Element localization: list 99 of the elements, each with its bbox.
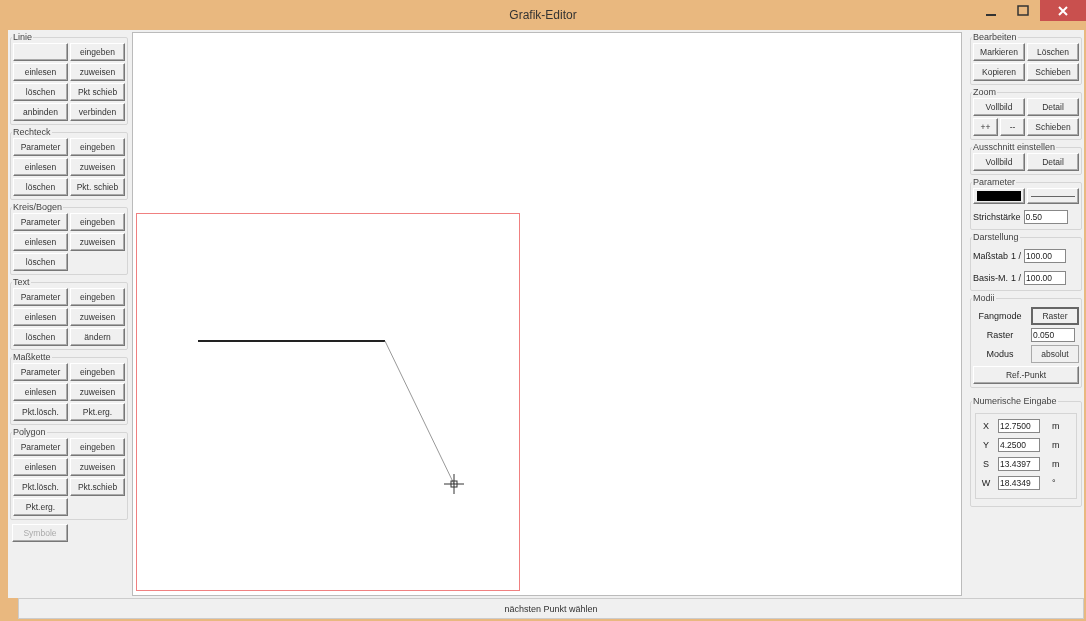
command-button[interactable]: zuweisen <box>70 63 125 81</box>
scale-prefix: 1 / <box>1011 273 1022 283</box>
command-button[interactable]: Pkt.erg. <box>70 403 125 421</box>
command-button[interactable]: Löschen <box>1027 43 1079 61</box>
input-field[interactable]: 13.4397 <box>998 457 1040 471</box>
group-title: Modii <box>972 293 996 303</box>
input-field[interactable]: 0.50 <box>1023 210 1068 224</box>
color-button[interactable] <box>973 188 1025 204</box>
mode-button[interactable]: absolut <box>1031 345 1079 363</box>
input-field[interactable]: 100.00 <box>1024 271 1067 285</box>
command-button[interactable]: Parameter <box>13 288 68 306</box>
group-title: Maßkette <box>12 352 52 362</box>
command-button[interactable]: Schieben <box>1027 63 1079 81</box>
crosshair-cursor <box>443 473 465 495</box>
command-button[interactable]: Parameter <box>13 363 68 381</box>
command-button[interactable]: löschen <box>13 83 68 101</box>
command-button[interactable]: Pkt.lösch. <box>13 478 68 496</box>
ref-point-button[interactable]: Ref.-Punkt <box>973 366 1079 384</box>
command-button[interactable]: einlesen <box>13 458 68 476</box>
command-button[interactable]: zuweisen <box>70 458 125 476</box>
minimize-icon <box>986 13 996 16</box>
command-button[interactable]: eingeben <box>70 43 125 61</box>
window-title: Grafik-Editor <box>509 8 577 22</box>
command-button[interactable]: Schieben <box>1027 118 1079 136</box>
command-button[interactable]: zuweisen <box>70 158 125 176</box>
command-button[interactable]: Vollbild <box>973 153 1025 171</box>
group-title: Bearbeiten <box>972 32 1018 42</box>
group-title: Polygon <box>12 427 47 437</box>
group-title: Parameter <box>972 177 1017 187</box>
group-title: Darstellung <box>972 232 1020 242</box>
zoom-step-button[interactable]: ++ <box>973 118 998 136</box>
command-button[interactable]: Parameter <box>13 138 68 156</box>
field-label: Fangmode <box>977 311 1023 321</box>
command-button[interactable]: löschen <box>13 328 68 346</box>
command-button[interactable]: löschen <box>13 178 68 196</box>
command-button[interactable]: ändern <box>70 328 125 346</box>
coordinate-label: S <box>982 459 990 469</box>
command-button[interactable]: Vollbild <box>973 98 1025 116</box>
command-button[interactable]: Kopieren <box>973 63 1025 81</box>
command-button[interactable]: eingeben <box>70 363 125 381</box>
group-title: Ausschnitt einstellen <box>972 142 1057 152</box>
command-button[interactable]: Detail <box>1027 153 1079 171</box>
command-button[interactable]: verbinden <box>70 103 125 121</box>
command-button[interactable]: Parameter <box>13 213 68 231</box>
command-button[interactable]: einlesen <box>13 383 68 401</box>
group-title: Numerische Eingabe <box>972 396 1058 406</box>
command-button[interactable]: einlesen <box>13 63 68 81</box>
group-title: Kreis/Bogen <box>12 202 64 212</box>
group-title: Linie <box>12 32 33 42</box>
group-title: Text <box>12 277 31 287</box>
command-button[interactable]: zuweisen <box>70 233 125 251</box>
zoom-step-button[interactable]: -- <box>1000 118 1025 136</box>
close-button[interactable] <box>1040 0 1086 21</box>
command-button[interactable]: Pkt.erg. <box>13 498 68 516</box>
input-field[interactable]: 100.00 <box>1024 249 1067 263</box>
command-button[interactable]: einlesen <box>13 233 68 251</box>
coordinate-label: X <box>982 421 990 431</box>
command-button[interactable]: anbinden <box>13 103 68 121</box>
mode-button[interactable]: Raster <box>1031 307 1079 325</box>
field-label: Basis-M. <box>973 273 1008 283</box>
command-button[interactable]: Pkt.lösch. <box>13 403 68 421</box>
command-button[interactable]: eingeben <box>70 138 125 156</box>
close-icon <box>1057 4 1069 17</box>
input-field[interactable]: 12.7500 <box>998 419 1040 433</box>
group-title: Rechteck <box>12 127 52 137</box>
input-field[interactable]: 18.4349 <box>998 476 1040 490</box>
field-label: Raster <box>985 330 1015 340</box>
status-text: nächsten Punkt wählen <box>504 603 598 614</box>
scale-prefix: 1 / <box>1011 251 1022 261</box>
command-button[interactable]: zuweisen <box>70 383 125 401</box>
input-field[interactable]: 0.050 <box>1031 328 1075 342</box>
command-button[interactable]: einlesen <box>13 158 68 176</box>
coordinate-label: W <box>980 478 992 488</box>
command-button[interactable]: Pkt.schieb <box>70 478 125 496</box>
command-button[interactable]: Parameter <box>13 438 68 456</box>
command-button[interactable]: Pkt schieb <box>70 83 125 101</box>
field-label: Maßstab <box>973 251 1008 261</box>
command-button[interactable]: einlesen <box>13 308 68 326</box>
group-title: Zoom <box>972 87 997 97</box>
unit-label: m <box>1052 421 1060 431</box>
command-button[interactable]: Pkt. schieb <box>70 178 125 196</box>
field-label: Strichstärke <box>973 212 1021 222</box>
maximize-icon <box>1017 4 1029 17</box>
input-field[interactable]: 4.2500 <box>998 438 1040 452</box>
unit-label: m <box>1052 440 1060 450</box>
unit-label: m <box>1052 459 1060 469</box>
command-button[interactable]: Detail <box>1027 98 1079 116</box>
command-button[interactable]: eingeben <box>70 213 125 231</box>
command-button[interactable]: zuweisen <box>70 308 125 326</box>
command-button[interactable]: löschen <box>13 253 68 271</box>
unit-label: ° <box>1052 478 1056 488</box>
line-style-button[interactable] <box>1027 188 1079 204</box>
coordinate-label: Y <box>982 440 990 450</box>
command-button[interactable]: eingeben <box>70 438 125 456</box>
command-button[interactable]: Markieren <box>973 43 1025 61</box>
line-style-icon <box>1031 195 1075 197</box>
field-label: Modus <box>985 349 1015 359</box>
command-button[interactable]: eingeben <box>70 288 125 306</box>
blank-button[interactable] <box>13 43 68 61</box>
